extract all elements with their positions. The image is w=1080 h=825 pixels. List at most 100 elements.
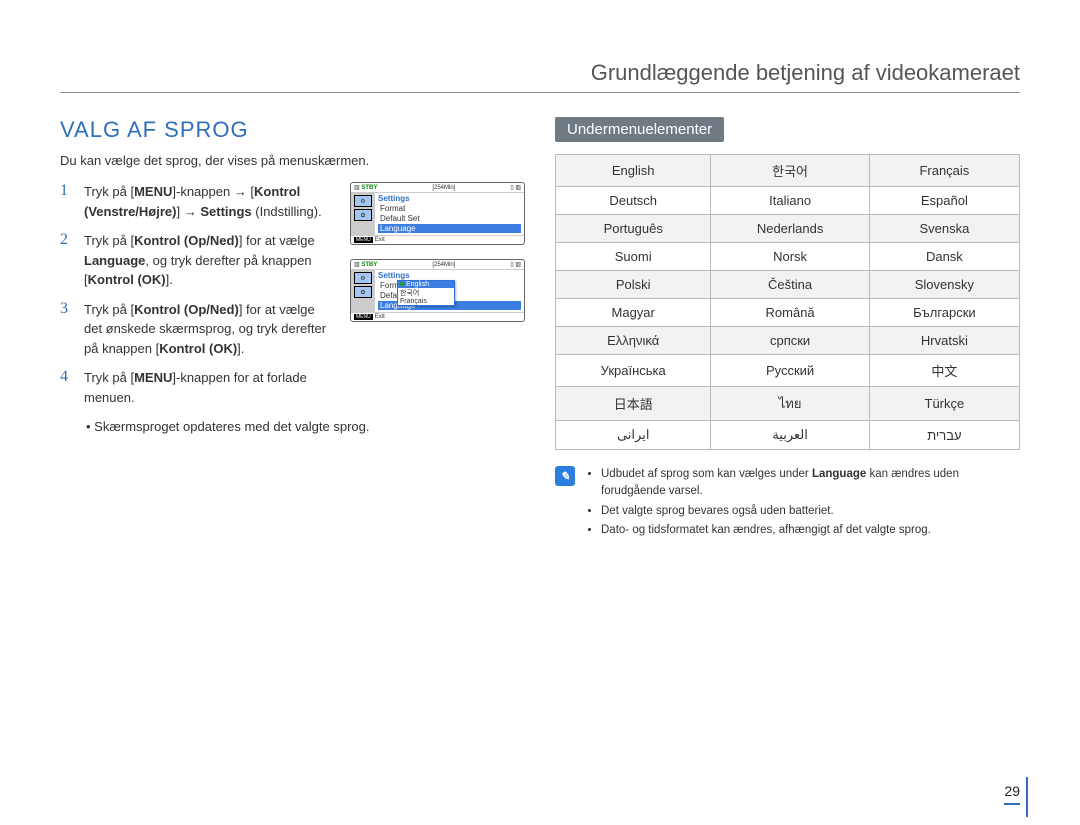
step-number: 4 [60,368,74,386]
menu-heading: Settings [378,194,521,203]
language-cell: Українська [556,355,711,387]
time-remaining: [254Min] [432,262,455,268]
time-remaining: [254Min] [432,185,455,191]
table-row: УкраїнськаРусский中文 [556,355,1020,387]
language-cell: 中文 [869,355,1019,387]
step-text: Tryk på [MENU]-knappen for at forlade me… [84,368,334,407]
battery-icon: ▯ ▥ [510,261,521,268]
note-item: Dato- og tidsformatet kan ændres, afhæng… [601,522,1020,539]
language-cell: עברית [869,421,1019,450]
language-cell: Русский [711,355,869,387]
table-row: DeutschItalianoEspañol [556,187,1020,215]
sd-card-icon: ▥ STBY [354,184,377,191]
table-row: English한국어Français [556,155,1020,187]
table-row: SuomiNorskDansk [556,243,1020,271]
menu-item: Default Set [378,214,521,223]
screenshot-2: ▥ STBY [254Min] ▯ ▥ ⚙ ✿ Settings Form [350,259,525,322]
step-3: 3 Tryk på [Kontrol (Op/Ned)] for at vælg… [60,300,334,359]
language-cell: српски [711,327,869,355]
language-cell: 한국어 [711,155,869,187]
table-row: MagyarRomânăБългарски [556,299,1020,327]
language-cell: Hrvatski [869,327,1019,355]
menu-button-icon: MENU [354,237,373,243]
language-cell: Türkçe [869,387,1019,421]
language-cell: Ελληνικά [556,327,711,355]
tab-icon: ✿ [354,286,372,298]
step-text: Tryk på [Kontrol (Op/Ned)] for at vælge … [84,300,334,359]
language-cell: Dansk [869,243,1019,271]
note-item: Udbudet af sprog som kan vælges under La… [601,466,1020,501]
screenshot-stack: ▥ STBY [254Min] ▯ ▥ ⚙ ✿ Settings Form [350,182,525,417]
step-4: 4 Tryk på [MENU]-knappen for at forlade … [60,368,334,407]
steps-list: 1 Tryk på [MENU]-knappen → [Kontrol (Ven… [60,182,334,407]
result-bullet: Skærmsproget opdateres med det valgte sp… [60,417,525,437]
language-cell: Português [556,215,711,243]
exit-label: Exit [375,314,385,320]
page-number: 29 [1004,783,1020,805]
note-list: Udbudet af sprog som kan vælges under La… [585,466,1020,541]
language-popout: English 한국어 Français [397,280,455,306]
popout-item: Français [398,298,454,305]
menu-item: Format [378,204,521,213]
screenshot-menu: Settings Format Default Set Language [375,193,524,235]
language-cell: Čeština [711,271,869,299]
submenu-heading: Undermenuelementer [555,117,724,142]
language-cell: Français [869,155,1019,187]
screenshot-1: ▥ STBY [254Min] ▯ ▥ ⚙ ✿ Settings Form [350,182,525,245]
menu-button-icon: MENU [354,314,373,320]
language-cell: 日本語 [556,387,711,421]
table-row: PortuguêsNederlandsSvenska [556,215,1020,243]
screenshot-exit-bar: MENU Exit [351,235,524,244]
language-cell: Nederlands [711,215,869,243]
language-cell: Suomi [556,243,711,271]
language-cell: ไทย [711,387,869,421]
menu-heading: Settings [378,271,521,280]
step-number: 2 [60,231,74,249]
step-text: Tryk på [MENU]-knappen → [Kontrol (Venst… [84,182,334,221]
popout-item-selected: English [398,281,454,288]
language-cell: Български [869,299,1019,327]
page-breadcrumb: Grundlæggende betjening af videokameraet [60,60,1020,93]
language-cell: Polski [556,271,711,299]
note-block: ✎ Udbudet af sprog som kan vælges under … [555,466,1020,541]
table-row: 日本語ไทยTürkçe [556,387,1020,421]
menu-item-selected: Language [378,224,521,233]
language-cell: Svenska [869,215,1019,243]
two-column-layout: VALG AF SPROG Du kan vælge det sprog, de… [60,117,1020,541]
note-icon: ✎ [555,466,575,486]
step-text: Tryk på [Kontrol (Op/Ned)] for at vælge … [84,231,334,290]
sd-card-icon: ▥ STBY [354,261,377,268]
manual-page: Grundlæggende betjening af videokameraet… [0,0,1080,825]
popout-item: 한국어 [398,288,454,298]
step-number: 1 [60,182,74,200]
screenshot-exit-bar: MENU Exit [351,312,524,321]
language-cell: English [556,155,711,187]
step-2: 2 Tryk på [Kontrol (Op/Ned)] for at vælg… [60,231,334,290]
language-cell: Magyar [556,299,711,327]
language-cell: Slovensky [869,271,1019,299]
exit-label: Exit [375,237,385,243]
right-column: Undermenuelementer English한국어FrançaisDeu… [555,117,1020,541]
table-row: PolskiČeštinaSlovensky [556,271,1020,299]
battery-icon: ▯ ▥ [510,184,521,191]
language-cell: العربیة [711,421,869,450]
tab-icon: ⚙ [354,272,372,284]
tab-icon: ✿ [354,209,372,221]
language-table: English한국어FrançaisDeutschItalianoEspañol… [555,154,1020,450]
screenshot-tab-bar: ⚙ ✿ [351,270,375,312]
screenshot-tab-bar: ⚙ ✿ [351,193,375,235]
language-cell: ایرانی [556,421,711,450]
step-1: 1 Tryk på [MENU]-knappen → [Kontrol (Ven… [60,182,334,221]
language-cell: Română [711,299,869,327]
step-number: 3 [60,300,74,318]
language-cell: Deutsch [556,187,711,215]
tab-icon: ⚙ [354,195,372,207]
intro-text: Du kan vælge det sprog, der vises på men… [60,153,525,168]
table-row: ایرانیالعربیةעברית [556,421,1020,450]
left-column: VALG AF SPROG Du kan vælge det sprog, de… [60,117,525,541]
section-title: VALG AF SPROG [60,117,525,143]
language-cell: Italiano [711,187,869,215]
language-cell: Español [869,187,1019,215]
note-item: Det valgte sprog bevares også uden batte… [601,503,1020,520]
table-row: ΕλληνικάсрпскиHrvatski [556,327,1020,355]
